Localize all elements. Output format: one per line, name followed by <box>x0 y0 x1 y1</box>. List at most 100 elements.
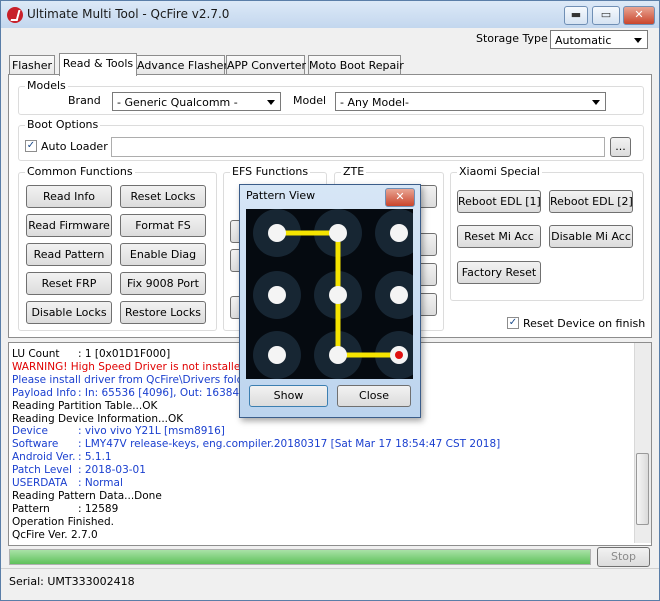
auto-loader-label: Auto Loader <box>41 140 108 153</box>
log-line: Please install driver from QcFire\Driver… <box>12 374 264 387</box>
pattern-dot <box>268 224 286 242</box>
enable-diag-button[interactable]: Enable Diag <box>120 243 206 266</box>
log-line: LU Count : 1 [0x01D1F000] <box>12 348 170 361</box>
log-key: LU Count <box>12 348 60 360</box>
dialog-close-button[interactable]: ✕ <box>385 188 415 207</box>
storage-type-label: Storage Type <box>476 32 548 45</box>
boot-options-title: Boot Options <box>25 118 101 131</box>
reset-locks-button[interactable]: Reset Locks <box>120 185 206 208</box>
brand-value: - Generic Qualcomm - <box>117 96 238 109</box>
pattern-drawing <box>253 209 423 379</box>
log-line: Reading Partition Table...OK <box>12 400 157 413</box>
reboot-edl-1-button[interactable]: Reboot EDL [1] <box>457 190 541 213</box>
app-logo-icon <box>7 7 23 23</box>
pattern-dot <box>329 286 347 304</box>
close-button[interactable]: ✕ <box>623 6 655 25</box>
pattern-view-dialog: Pattern View ✕ Show Close <box>239 184 423 418</box>
fix-9008-port-button[interactable]: Fix 9008 Port <box>120 272 206 295</box>
log-key: Pattern <box>12 502 50 515</box>
pattern-dot <box>268 346 286 364</box>
log-key: USERDATA <box>12 477 68 489</box>
scrollbar-thumb[interactable] <box>636 453 649 525</box>
log-line: QcFire Ver. 2.7.0 <box>12 529 98 542</box>
pattern-dot <box>268 286 286 304</box>
pattern-grid <box>246 209 423 379</box>
tab-read-tools[interactable]: Read & Tools <box>59 53 137 76</box>
log-value: Please install driver from QcFire\Driver… <box>12 373 265 386</box>
common-functions-title: Common Functions <box>25 165 135 178</box>
log-scrollbar[interactable] <box>634 343 651 543</box>
model-label: Model <box>293 94 327 107</box>
restore-locks-button[interactable]: Restore Locks <box>120 301 206 324</box>
tab-flasher[interactable]: Flasher <box>9 55 55 75</box>
maximize-button[interactable]: ▭ <box>592 6 620 25</box>
read-pattern-button[interactable]: Read Pattern <box>26 243 112 266</box>
log-value: : 12589 <box>78 502 119 515</box>
pattern-dot <box>390 224 408 242</box>
log-line: Pattern : 12589 <box>12 503 118 516</box>
stop-button[interactable]: Stop <box>597 547 650 567</box>
log-line: Patch Level: 2018-03-01 <box>12 464 146 477</box>
show-button[interactable]: Show <box>249 385 328 407</box>
reset-on-finish-label: Reset Device on finish <box>523 317 646 330</box>
factory-reset-button[interactable]: Factory Reset <box>457 261 541 284</box>
log-key: Software <box>12 438 59 451</box>
log-key: Payload Info <box>12 386 77 399</box>
dialog-close-text-button[interactable]: Close <box>337 385 411 407</box>
dialog-title: Pattern View <box>246 189 316 202</box>
log-line: Device: vivo vivo Y21L [msm8916] <box>12 425 225 438</box>
browse-button[interactable]: ... <box>610 137 631 157</box>
reset-on-finish-checkbox[interactable]: ✓ <box>507 317 519 329</box>
title-bar: Ultimate Multi Tool - QcFire v2.7.0 ▬ ▭ … <box>1 1 659 28</box>
read-firmware-button[interactable]: Read Firmware <box>26 214 112 237</box>
chevron-down-icon <box>634 38 642 43</box>
disable-mi-acc-button[interactable]: Disable Mi Acc <box>549 225 633 248</box>
storage-type-value: Automatic <box>555 34 612 47</box>
tab-advance-flasher[interactable]: Advance Flasher <box>136 55 228 75</box>
log-value: : In: 65536 [4096], Out: 16384, S <box>78 386 253 399</box>
efs-functions-title: EFS Functions <box>230 165 311 178</box>
log-value: Reading Pattern Data...Done <box>12 489 162 502</box>
app-window: Ultimate Multi Tool - QcFire v2.7.0 ▬ ▭ … <box>0 0 660 601</box>
tab-moto-boot-repair[interactable]: Moto Boot Repair <box>308 55 404 75</box>
model-value: - Any Model- <box>340 96 409 109</box>
chevron-down-icon <box>267 100 275 105</box>
close-icon: ✕ <box>634 8 644 21</box>
reboot-edl-2-button[interactable]: Reboot EDL [2] <box>549 190 633 213</box>
common-functions-group: Common Functions Read Info Reset Locks R… <box>18 165 217 331</box>
boot-options-group: Boot Options ✓ Auto Loader ... <box>18 118 644 161</box>
log-line: Reading Pattern Data...Done <box>12 490 162 503</box>
loader-path-field[interactable] <box>111 137 605 157</box>
log-line: Software : LMY47V release-keys, eng.compi… <box>12 438 500 451</box>
tab-app-converter[interactable]: APP Converter <box>226 55 306 75</box>
log-value: : 5.1.1 <box>78 451 112 464</box>
pattern-dot <box>329 224 347 242</box>
auto-loader-checkbox[interactable]: ✓ <box>25 140 37 152</box>
format-fs-button[interactable]: Format FS <box>120 214 206 237</box>
log-value: : 1 [0x01D1F000] <box>78 348 171 360</box>
reset-frp-button[interactable]: Reset FRP <box>26 272 112 295</box>
log-line: Reading Device Information...OK <box>12 413 183 426</box>
log-line: Android Ver.: 5.1.1 <box>12 451 112 464</box>
log-key: Android Ver. <box>12 451 76 464</box>
log-key: Patch Level <box>12 464 72 477</box>
brand-select[interactable]: - Generic Qualcomm - <box>112 92 281 111</box>
log-line: USERDATA: Normal <box>12 477 123 490</box>
read-info-button[interactable]: Read Info <box>26 185 112 208</box>
reset-mi-acc-button[interactable]: Reset Mi Acc <box>457 225 541 248</box>
models-group: Models Brand - Generic Qualcomm - Model … <box>18 79 644 115</box>
pattern-dot <box>390 286 408 304</box>
log-value: : vivo vivo Y21L [msm8916] <box>78 425 225 438</box>
log-value: : LMY47V release-keys, eng.compiler.2018… <box>78 438 501 451</box>
maximize-icon: ▭ <box>600 8 612 21</box>
models-title: Models <box>25 79 68 92</box>
minimize-button[interactable]: ▬ <box>564 6 588 25</box>
model-select[interactable]: - Any Model- <box>335 92 606 111</box>
disable-locks-button[interactable]: Disable Locks <box>26 301 112 324</box>
serial-text: Serial: UMT333002418 <box>9 575 135 588</box>
pattern-dot <box>329 346 347 364</box>
zte-title: ZTE <box>341 165 367 178</box>
storage-type-select[interactable]: Automatic <box>550 30 648 49</box>
log-value: Reading Partition Table...OK <box>12 399 158 412</box>
log-line: WARNING! High Speed Driver is not instal… <box>12 361 250 374</box>
